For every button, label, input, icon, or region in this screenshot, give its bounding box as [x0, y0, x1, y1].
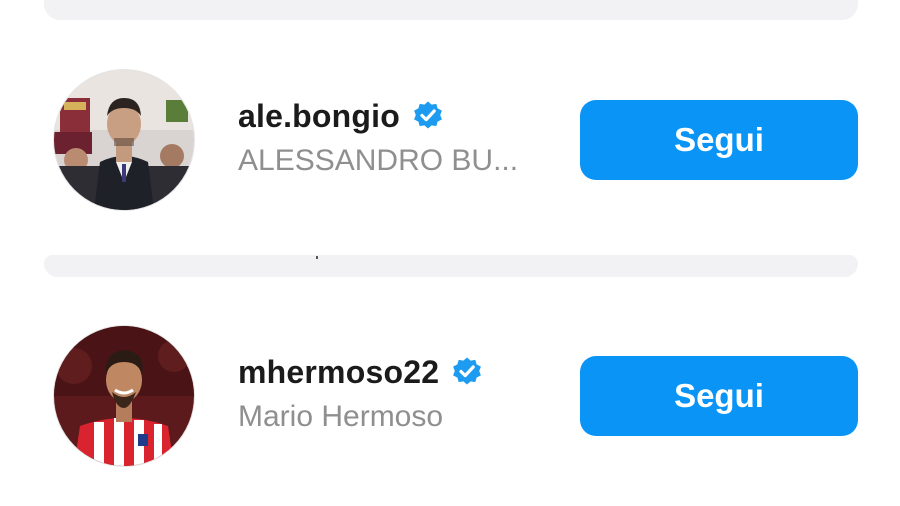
verified-badge-icon — [412, 100, 444, 132]
avatar[interactable] — [54, 326, 194, 466]
profile-photo — [54, 70, 194, 210]
full-name: ALESSANDRO BU... — [238, 144, 519, 177]
verified-badge-icon — [451, 356, 483, 388]
previous-card-bottom — [44, 0, 858, 20]
username-line: mhermoso22 — [238, 352, 483, 392]
avatar[interactable] — [54, 70, 194, 210]
follow-button[interactable]: Segui — [580, 356, 858, 436]
divider-speck — [316, 256, 318, 259]
suggestion-row: mhermoso22 Mario Hermoso Segui — [0, 322, 900, 472]
follow-button[interactable]: Segui — [580, 100, 858, 180]
username[interactable]: mhermoso22 — [238, 354, 439, 391]
profile-photo — [54, 326, 194, 466]
full-name: Mario Hermoso — [238, 400, 444, 433]
card-divider — [44, 255, 858, 277]
username[interactable]: ale.bongio — [238, 98, 400, 135]
suggestion-row: ale.bongio ALESSANDRO BU... Segui — [0, 66, 900, 216]
username-line: ale.bongio — [238, 96, 444, 136]
